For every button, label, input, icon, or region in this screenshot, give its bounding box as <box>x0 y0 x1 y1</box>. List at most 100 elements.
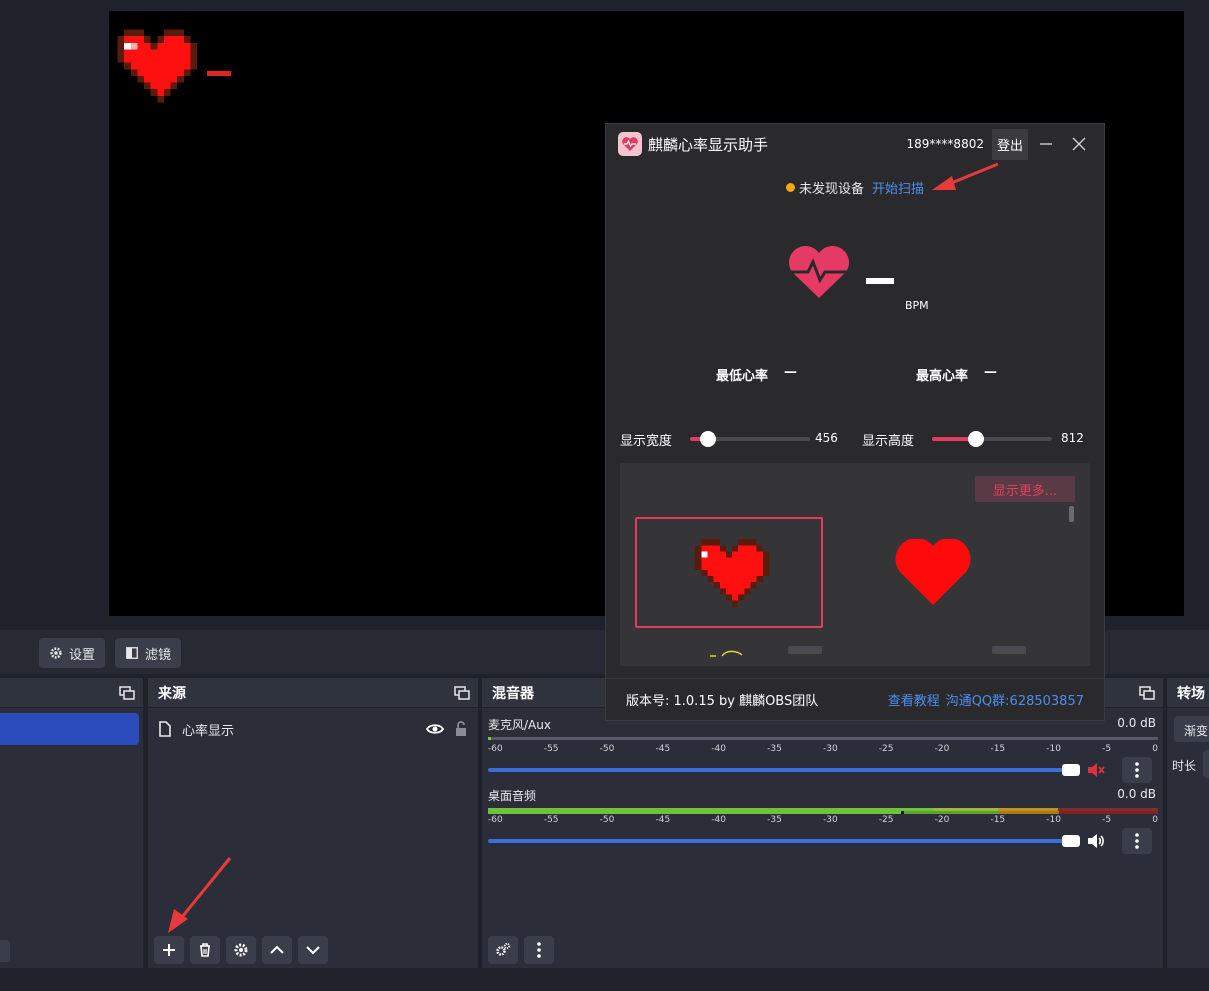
chevron-up-icon <box>270 945 284 954</box>
remove-source-button[interactable] <box>190 936 220 964</box>
more-vertical-icon <box>1135 833 1139 849</box>
preview-bpm-dash <box>207 71 231 76</box>
display-width-label: 显示宽度 <box>620 434 673 449</box>
scene-edit-button[interactable] <box>0 940 10 962</box>
mixer-channel-desktop: 桌面音频 0.0 dB -60 -55 -50 -45 -40 -35 -30 -25 -20-… <box>488 787 1158 854</box>
scene-item-active[interactable] <box>0 713 139 745</box>
source-item[interactable]: 心率显示 <box>148 714 478 744</box>
volume-slider-knob[interactable] <box>1062 835 1080 847</box>
file-icon <box>159 721 171 737</box>
bpm-unit: BPM <box>905 299 929 312</box>
heartbeat-icon <box>788 246 850 298</box>
logout-button[interactable]: 登出 <box>991 128 1028 160</box>
transition-select[interactable]: 渐变 <box>1174 716 1209 742</box>
panel-scrollbar[interactable] <box>1069 506 1074 522</box>
settings-label: 设置 <box>69 647 96 663</box>
sources-footer <box>154 936 328 964</box>
volume-slider-knob[interactable] <box>1062 764 1080 776</box>
app-logo-icon <box>618 132 642 156</box>
channel-menu-button[interactable] <box>1122 828 1152 854</box>
display-height-label: 显示高度 <box>862 434 915 449</box>
more-vertical-icon <box>1135 762 1139 778</box>
version-text: 版本号: 1.0.15 by 麒麟OBS团队 <box>626 694 819 709</box>
mixer-footer <box>488 936 554 964</box>
partial-style-preview-icon <box>710 650 743 657</box>
bpm-value-dash <box>866 278 894 284</box>
channel-name: 桌面音频 <box>488 789 537 803</box>
max-heart-rate-value: — <box>984 365 997 380</box>
style-card-stub <box>992 646 1026 654</box>
display-height-slider[interactable] <box>932 431 1052 447</box>
speaker-icon[interactable] <box>1086 831 1106 851</box>
tutorial-link[interactable]: 查看教程 <box>888 690 940 709</box>
status-dot <box>785 183 795 192</box>
minimize-button[interactable] <box>1031 129 1061 159</box>
gear-icon <box>234 943 248 957</box>
plugin-title-bar: 麒麟心率显示助手 189****8802 登出 <box>606 124 1104 164</box>
filters-label: 滤镜 <box>145 647 172 663</box>
plus-icon <box>163 944 175 956</box>
muted-speaker-icon[interactable] <box>1086 760 1106 780</box>
channel-db: 0.0 dB <box>1117 716 1156 730</box>
transition-type: 渐变 <box>1184 724 1209 738</box>
move-down-button[interactable] <box>298 936 328 964</box>
pixel-heart-icon <box>117 29 197 103</box>
meter-scale: -60 -55 -50 -45 -40 -35 -30 -25 -20 -15 -10 -5 0 <box>488 744 1158 754</box>
scenes-dock-header <box>0 678 143 708</box>
heart-rate-plugin-window: 麒麟心率显示助手 189****8802 登出 未发现设备 开始扫描 BPM 最… <box>605 123 1105 721</box>
close-button[interactable] <box>1064 129 1094 159</box>
display-height-knob[interactable] <box>968 431 984 447</box>
channel-name: 麦克风/Aux <box>488 718 551 732</box>
undock-icon[interactable] <box>1139 686 1155 700</box>
device-status-text: 未发现设备 <box>798 182 864 197</box>
lock-icon[interactable] <box>454 721 468 737</box>
user-phone: 189****8802 <box>906 137 984 151</box>
settings-button[interactable]: 设置 <box>39 638 106 668</box>
mixer-dock: 混音器 麦克风/Aux 0.0 dB -60 -55 -50 -45 -40 -35 -30… <box>482 678 1163 968</box>
sources-dock-header: 来源 <box>148 678 478 708</box>
qq-group-link[interactable]: 沟通QQ群:628503857 <box>946 690 1084 709</box>
volume-meter <box>488 737 1158 743</box>
duration-label: 时长 <box>1172 759 1197 773</box>
device-status-row: 未发现设备 开始扫描 <box>606 178 1104 197</box>
transitions-title: 转场 <box>1177 685 1205 702</box>
gear-icon <box>50 647 62 659</box>
meter-scale: -60 -55 -50 -45 -40 -35 -30 -25 -20 -15 -10 -5 0 <box>488 815 1158 825</box>
source-name: 心率显示 <box>182 723 235 739</box>
display-width-value: 456 <box>815 431 838 445</box>
undock-icon[interactable] <box>454 686 470 700</box>
audio-settings-button[interactable] <box>488 936 518 964</box>
plugin-footer: 版本号: 1.0.15 by 麒麟OBS团队 查看教程 沟通QQ群:628503… <box>606 678 1104 720</box>
move-up-button[interactable] <box>262 936 292 964</box>
style-option-solid-heart[interactable] <box>839 517 1027 628</box>
filters-button[interactable]: 滤镜 <box>115 638 182 668</box>
source-properties-button[interactable] <box>226 936 256 964</box>
gears-icon <box>496 942 511 956</box>
sources-dock: 来源 心率显示 <box>148 678 478 968</box>
plugin-title: 麒麟心率显示助手 <box>648 135 769 154</box>
start-scan-link[interactable]: 开始扫描 <box>872 178 924 197</box>
duration-input[interactable] <box>1203 750 1209 778</box>
channel-db: 0.0 dB <box>1117 787 1156 801</box>
channel-menu-button[interactable] <box>1122 757 1152 783</box>
min-heart-rate-label: 最低心率 <box>716 369 769 384</box>
mixer-menu-button[interactable] <box>524 936 554 964</box>
filter-icon <box>126 647 138 659</box>
close-icon <box>1072 137 1086 151</box>
add-source-button[interactable] <box>154 936 184 964</box>
heart-style-panel: 显示更多... <box>620 463 1090 666</box>
eye-icon[interactable] <box>426 722 444 736</box>
show-more-button[interactable]: 显示更多... <box>975 476 1075 502</box>
display-width-knob[interactable] <box>700 431 716 447</box>
volume-slider[interactable] <box>488 835 1080 847</box>
transitions-dock-header: 转场 <box>1167 678 1209 708</box>
style-card-stub <box>788 646 822 654</box>
mixer-channel-mic: 麦克风/Aux 0.0 dB -60 -55 -50 -45 -40 -35 -30 -25-… <box>488 716 1158 783</box>
undock-icon[interactable] <box>119 686 135 700</box>
volume-slider[interactable] <box>488 764 1080 776</box>
volume-meter <box>488 808 1158 814</box>
style-option-pixel-heart[interactable] <box>635 517 823 628</box>
minimize-icon <box>1040 143 1052 145</box>
display-width-slider[interactable] <box>690 431 810 447</box>
sources-title: 来源 <box>158 685 186 702</box>
